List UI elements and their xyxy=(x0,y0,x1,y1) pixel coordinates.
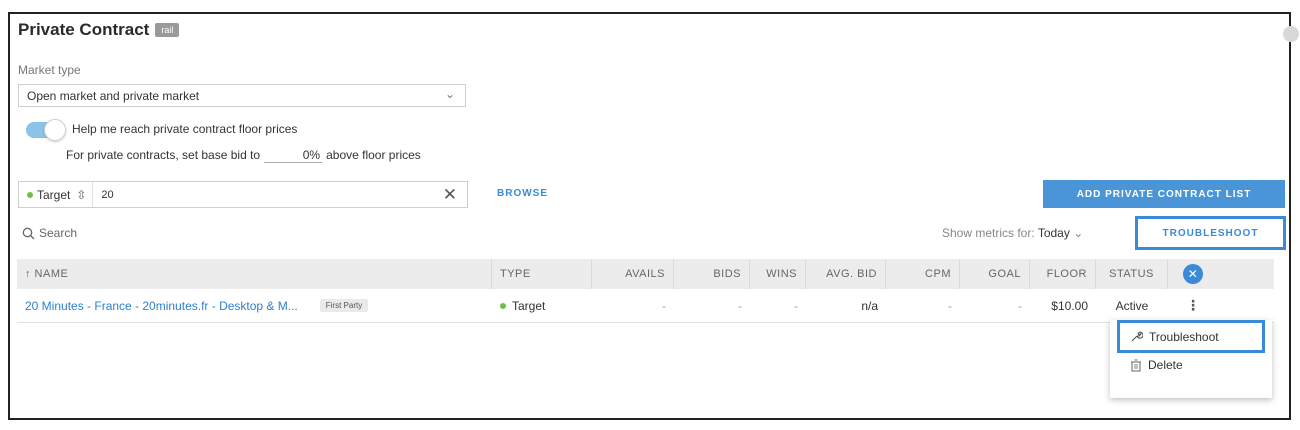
panel-title: Private Contract rail xyxy=(18,20,180,40)
trash-icon xyxy=(1131,359,1141,371)
target-type-label: Target xyxy=(37,187,71,202)
row-menu-button[interactable]: ⋮ xyxy=(1168,289,1218,322)
table-row[interactable]: 20 Minutes - France - 20minutes.fr - Des… xyxy=(17,289,1274,323)
search-placeholder: Search xyxy=(39,226,78,240)
menu-item-troubleshoot[interactable]: Troubleshoot xyxy=(1117,320,1265,353)
row-bids: - xyxy=(738,298,742,313)
target-filter: Target ⇳ 20 ✕ xyxy=(18,181,468,208)
metrics-period[interactable]: Show metrics for: Today ⌄ xyxy=(942,226,1083,240)
menu-item-troubleshoot-label: Troubleshoot xyxy=(1149,329,1219,344)
clear-icon[interactable]: ✕ xyxy=(443,185,457,205)
row-avg-bid: n/a xyxy=(861,298,878,313)
table-header: ↑ NAME TYPE AVAILS BIDS WINS AVG. BID CP… xyxy=(17,259,1274,289)
row-action-menu: Troubleshoot Delete xyxy=(1110,320,1272,398)
col-header-status[interactable]: STATUS xyxy=(1096,259,1168,289)
panel-corner-icon xyxy=(1283,26,1299,42)
row-name-cell: 20 Minutes - France - 20minutes.fr - Des… xyxy=(17,289,492,322)
col-header-goal[interactable]: GOAL xyxy=(960,259,1030,289)
search-icon xyxy=(22,227,35,239)
updown-arrows-icon: ⇳ xyxy=(76,187,87,202)
panel-title-text: Private Contract xyxy=(18,20,150,39)
kebab-menu-icon: ⋮ xyxy=(1186,297,1200,313)
row-floor: $10.00 xyxy=(1051,298,1088,313)
market-type-select[interactable]: Open market and private market ⌄ xyxy=(18,84,466,107)
base-bid-prefix: For private contracts, set base bid to xyxy=(66,148,261,162)
target-dot-icon xyxy=(27,191,33,198)
col-header-floor[interactable]: FLOOR xyxy=(1030,259,1096,289)
search-input[interactable]: Search xyxy=(22,226,77,240)
col-header-bids[interactable]: BIDS xyxy=(674,259,750,289)
panel-title-badge: rail xyxy=(155,23,180,37)
market-type-value: Open market and private market xyxy=(27,89,200,103)
toggle-knob xyxy=(44,119,66,141)
base-bid-suffix: above floor prices xyxy=(326,148,421,162)
chevron-down-icon: ⌄ xyxy=(444,87,455,101)
menu-item-delete-label: Delete xyxy=(1148,358,1183,372)
col-header-avg-bid[interactable]: AVG. BID xyxy=(806,259,886,289)
private-contract-panel xyxy=(8,12,1291,420)
floor-price-toggle-label: Help me reach private contract floor pri… xyxy=(72,122,298,136)
close-icon: ✕ xyxy=(1183,264,1203,284)
add-private-contract-list-button[interactable]: ADD PRIVATE CONTRACT LIST xyxy=(1043,180,1285,208)
col-header-name[interactable]: ↑ NAME xyxy=(17,259,492,289)
target-dot-icon xyxy=(500,302,506,309)
menu-item-delete[interactable]: Delete xyxy=(1130,358,1183,372)
close-column-button[interactable]: ✕ xyxy=(1168,259,1218,289)
first-party-badge: First Party xyxy=(319,299,369,312)
col-header-cpm[interactable]: CPM xyxy=(886,259,960,289)
row-goal: - xyxy=(1018,298,1022,313)
chevron-down-icon: ⌄ xyxy=(1073,226,1084,240)
wrench-icon xyxy=(1131,331,1143,342)
troubleshoot-button[interactable]: TROUBLESHOOT xyxy=(1135,216,1286,250)
base-bid-row: For private contracts, set base bid to 0… xyxy=(66,148,421,163)
row-type-cell: Target xyxy=(492,289,592,322)
market-type-label: Market type xyxy=(18,63,81,77)
row-wins: - xyxy=(794,298,798,313)
col-header-type[interactable]: TYPE xyxy=(492,259,592,289)
base-bid-input[interactable]: 0% xyxy=(264,148,323,163)
row-name-link[interactable]: 20 Minutes - France - 20minutes.fr - Des… xyxy=(25,299,298,313)
col-header-avails[interactable]: AVAILS xyxy=(592,259,674,289)
contracts-table: ↑ NAME TYPE AVAILS BIDS WINS AVG. BID CP… xyxy=(17,259,1274,323)
target-filter-input[interactable]: 20 xyxy=(93,189,442,201)
row-status: Active xyxy=(1115,298,1149,313)
row-cpm: - xyxy=(948,298,952,313)
metrics-value: Today xyxy=(1037,226,1070,240)
floor-price-toggle[interactable] xyxy=(26,119,66,141)
col-header-wins[interactable]: WINS xyxy=(750,259,806,289)
target-type-selector[interactable]: Target ⇳ xyxy=(19,182,94,207)
row-avails: - xyxy=(662,298,666,313)
row-type: Target xyxy=(512,298,546,313)
metrics-label: Show metrics for: xyxy=(942,226,1035,240)
browse-button[interactable]: BROWSE xyxy=(497,188,548,199)
